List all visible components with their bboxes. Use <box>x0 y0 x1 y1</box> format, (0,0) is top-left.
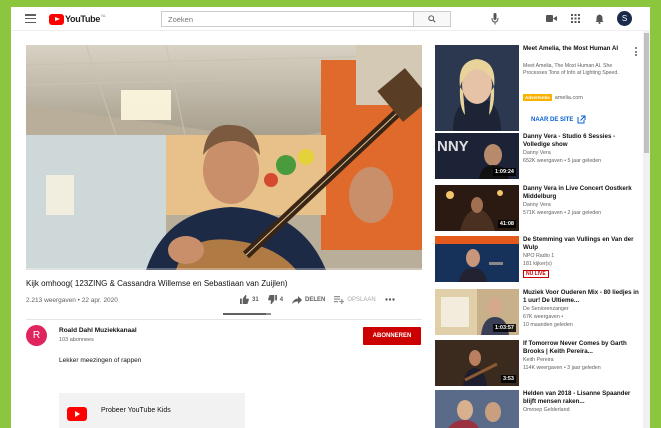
youtube-play-icon <box>49 13 64 25</box>
ad-description: Meet Amelia, The Most Human AI. She Proc… <box>523 63 619 76</box>
user-avatar[interactable]: S <box>617 11 632 26</box>
thumbs-down-icon <box>267 295 277 304</box>
video-frame-image <box>26 45 422 270</box>
recommendation-item[interactable]: De Stemming van Vullings en Van der Wulp… <box>435 236 645 282</box>
playlist-add-icon <box>334 295 345 304</box>
view-count-date: 2.213 weergaven • 22 apr. 2020 <box>26 297 118 304</box>
external-link-icon <box>577 115 586 124</box>
recommendation-item[interactable]: Helden van 2018 - Lisanne Spaander blijf… <box>435 390 645 428</box>
search-icon <box>428 15 436 23</box>
channel-avatar[interactable]: R <box>26 325 47 346</box>
recommendation-title: Danny Vera - Studio 6 Sessies - Volledig… <box>523 133 616 148</box>
video-duration: 1:09:24 <box>493 168 516 176</box>
more-actions-button[interactable] <box>385 298 398 301</box>
app-frame: YouTube NL S <box>11 7 650 428</box>
divider <box>26 319 422 320</box>
recommendation-channel: Omroep Gelderland <box>523 407 570 413</box>
ad-cta-label: NAAR DE SITE <box>531 116 574 123</box>
recommendation-channel: Danny Vera <box>523 150 551 156</box>
recommendation-title: If Tomorrow Never Comes by Garth Brooks … <box>523 340 627 355</box>
create-video-icon[interactable] <box>545 13 557 25</box>
hamburger-menu-icon[interactable] <box>25 14 36 24</box>
subscriber-count: 103 abonnees <box>59 337 94 343</box>
ad-visit-site-button[interactable]: NAAR DE SITE <box>531 115 586 124</box>
video-duration: 41:08 <box>497 220 516 228</box>
video-description: Lekker meezingen of rappen <box>59 357 142 364</box>
scrollbar-thumb[interactable] <box>644 33 649 153</box>
recommendation-thumbnail: 41:08 <box>435 185 519 231</box>
recommendation-item[interactable]: NNY 1:09:24 Danny Vera - Studio 6 Sessie… <box>435 133 645 179</box>
video-title: Kijk omhoog( 123ZING & Cassandra Willems… <box>26 279 288 288</box>
video-actions: 31 4 DELEN OPSLAAN <box>240 295 407 304</box>
recommendation-title: Helden van 2018 - Lisanne Spaander blijf… <box>523 390 631 405</box>
recommendation-title: De Stemming van Vullings en Van der Wulp <box>523 236 634 251</box>
ad-title: Meet Amelia, the Most Human AI <box>523 45 619 52</box>
recommendation-channel: Danny Vera <box>523 202 551 208</box>
microphone-icon[interactable] <box>491 13 499 25</box>
video-progress-bar[interactable] <box>26 268 422 270</box>
page-scrollbar[interactable] <box>643 31 650 428</box>
svg-text:NNY: NNY <box>437 138 469 155</box>
channel-name[interactable]: Roald Dahl Muziekkanaal <box>59 327 137 334</box>
like-button[interactable]: 31 <box>240 295 259 304</box>
sidebar-ad[interactable]: Meet Amelia, the Most Human AI Meet Amel… <box>435 45 643 131</box>
video-player[interactable] <box>26 45 422 270</box>
logo-text: YouTube <box>65 14 101 24</box>
share-button[interactable]: DELEN <box>292 295 326 304</box>
recommendation-thumbnail <box>435 390 519 428</box>
recommendation-item[interactable]: 41:08 Danny Vera in Live Concert Oostker… <box>435 185 645 231</box>
live-badge: NU LIVE <box>523 270 549 278</box>
share-arrow-icon <box>292 295 303 304</box>
video-duration: 1:03:57 <box>493 324 516 332</box>
like-dislike-ratio-bar <box>223 313 271 315</box>
recommendation-title: Danny Vera in Live Concert Oostkerk Midd… <box>523 185 632 200</box>
like-count: 31 <box>252 296 259 303</box>
recommendation-meta: 571K weergaven • 2 jaar geleden <box>523 210 602 216</box>
kids-promo-text: Probeer YouTube Kids <box>101 407 171 414</box>
recommendation-meta: 114K weergaven • 3 jaar geleden <box>523 365 601 371</box>
recommendation-item[interactable]: 1:03:57 Muziek Voor Ouderen Mix - 80 lie… <box>435 289 645 335</box>
dislike-button[interactable]: 4 <box>267 295 284 304</box>
share-label: DELEN <box>305 296 326 303</box>
thumbs-up-icon <box>240 295 249 304</box>
logo-country: NL <box>101 13 107 18</box>
recommendation-title: Muziek Voor Ouderen Mix - 80 liedjes in … <box>523 289 639 304</box>
ad-badge: Advertentie <box>523 94 552 101</box>
kids-promo-card[interactable]: Probeer YouTube Kids <box>59 393 245 428</box>
recommendation-thumbnail: 1:03:57 <box>435 289 519 335</box>
notifications-bell-icon[interactable] <box>593 13 605 25</box>
save-button[interactable]: OPSLAAN <box>334 295 376 304</box>
video-duration: 3:53 <box>500 375 516 383</box>
recommendation-thumbnail <box>435 236 519 282</box>
search-input[interactable] <box>162 12 414 26</box>
recommendation-meta: 652K weergaven • 5 jaar geleden <box>523 158 602 164</box>
video-meta-row: 2.213 weergaven • 22 apr. 2020 31 4 DELE… <box>26 295 422 311</box>
recommendation-thumbnail: 3:53 <box>435 340 519 386</box>
ad-domain: amelia.com <box>554 94 583 101</box>
recommendation-channel: Keith Pereira <box>523 357 554 363</box>
youtube-logo[interactable]: YouTube NL <box>49 13 106 25</box>
like-ratio-fill <box>223 313 266 315</box>
search-button[interactable] <box>413 12 450 26</box>
more-horizontal-icon <box>385 298 395 301</box>
youtube-kids-icon <box>67 407 87 421</box>
recommendation-thumbnail: NNY 1:09:24 <box>435 133 519 179</box>
save-label: OPSLAAN <box>347 296 376 303</box>
recommendation-meta-age: 10 maanden geleden <box>523 322 573 328</box>
recommendation-channel: De Seniorenzanger <box>523 306 569 312</box>
ad-more-menu-icon[interactable] <box>635 47 638 58</box>
dislike-count: 4 <box>279 296 284 303</box>
recommendation-channel: NPO Radio 1 <box>523 253 555 259</box>
recommendation-item[interactable]: 3:53 If Tomorrow Never Comes by Garth Br… <box>435 340 645 386</box>
apps-grid-icon[interactable] <box>569 13 581 25</box>
ad-image <box>435 45 519 131</box>
subscribe-button[interactable]: ABONNEREN <box>363 327 421 345</box>
recommendation-meta: 67K weergaven • <box>523 314 564 320</box>
search-box <box>161 11 451 27</box>
top-bar: YouTube NL S <box>11 7 650 31</box>
recommendation-meta: 181 kijker(s) <box>523 261 552 267</box>
